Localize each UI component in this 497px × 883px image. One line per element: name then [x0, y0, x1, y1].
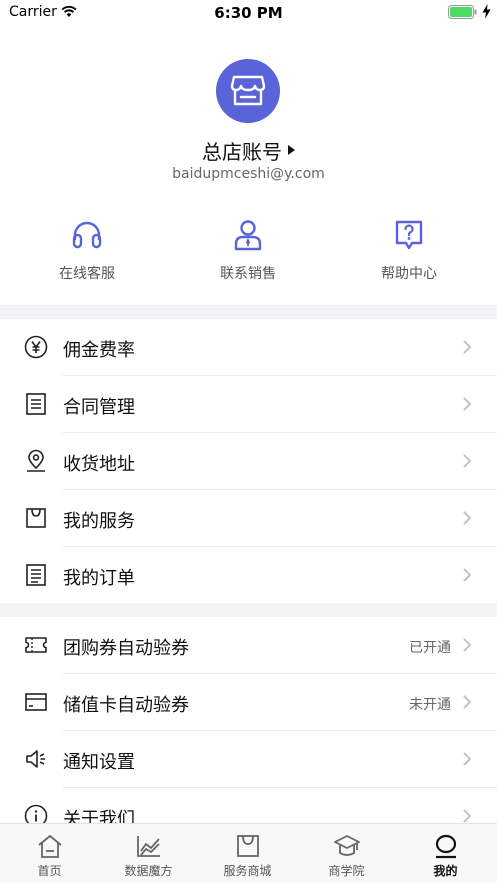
account-email: baidupmceshi@y.com: [172, 166, 325, 182]
menu-item-contract-management[interactable]: 合同管理: [0, 376, 497, 433]
status-text: 未开通: [409, 697, 451, 713]
menu-item-label: 团购券自动验券: [63, 638, 189, 659]
tab-label: 我的: [433, 864, 458, 878]
tab-bar: 首页 数据魔方 服务商城 商学院 我的: [0, 823, 497, 883]
tab-data-cube[interactable]: 数据魔方: [99, 824, 198, 883]
order-list-icon: [26, 564, 46, 586]
quick-link-online-service[interactable]: 在线客服: [17, 218, 157, 283]
avatar[interactable]: [216, 59, 280, 123]
clock: 6:30 PM: [214, 4, 283, 22]
menu-item-notification-settings[interactable]: 通知设置: [0, 731, 497, 788]
data-chart-icon: [136, 836, 160, 857]
chevron-right-icon: [463, 511, 472, 525]
card-icon: [25, 693, 47, 711]
quick-link-label: 帮助中心: [381, 266, 437, 282]
tab-service-mall[interactable]: 服务商城: [198, 824, 297, 883]
quick-link-help-center[interactable]: 帮助中心: [339, 218, 479, 283]
tab-home[interactable]: 首页: [0, 824, 99, 883]
chevron-right-icon: [463, 454, 472, 468]
status-text: 已开通: [409, 640, 451, 656]
menu-item-commission-rate[interactable]: 佣金费率: [0, 319, 497, 376]
location-pin-icon: [27, 449, 45, 472]
chevron-right-icon: [463, 638, 472, 652]
status-bar: Carrier 6:30 PM: [0, 0, 497, 26]
yen-icon: [24, 335, 48, 359]
battery-icon: [448, 5, 477, 19]
menu-item-shipping-address[interactable]: 收货地址: [0, 433, 497, 490]
menu-item-label: 我的订单: [63, 568, 135, 589]
storefront-icon: [230, 75, 266, 106]
salesperson-icon: [234, 220, 262, 251]
menu-item-label: 我的服务: [63, 511, 135, 532]
menu-item-label: 收货地址: [63, 454, 135, 475]
tab-label: 商学院: [328, 864, 365, 878]
menu-item-group-voucher-auto-verify[interactable]: 团购券自动验券 已开通: [0, 617, 497, 674]
menu-item-stored-value-card-auto-verify[interactable]: 储值卡自动验券 未开通: [0, 674, 497, 731]
menu-item-my-orders[interactable]: 我的订单: [0, 547, 497, 604]
caret-right-icon: [288, 145, 295, 155]
shop-bag-icon: [236, 835, 259, 857]
account-name: 总店账号: [202, 139, 282, 164]
bag-icon: [26, 508, 46, 528]
speaker-icon: [26, 750, 45, 768]
section-divider: [0, 305, 497, 319]
ticket-icon: [25, 637, 47, 653]
tab-label: 服务商城: [223, 864, 272, 878]
section-divider: [0, 603, 497, 617]
chevron-right-icon: [463, 809, 472, 823]
tab-label: 数据魔方: [124, 864, 173, 878]
quick-link-label: 在线客服: [59, 266, 115, 282]
menu-item-my-services[interactable]: 我的服务: [0, 490, 497, 547]
chevron-right-icon: [463, 568, 472, 582]
headphones-icon: [72, 221, 102, 249]
menu-item-label: 储值卡自动验券: [63, 695, 189, 716]
help-bubble-icon: [395, 220, 423, 250]
menu-item-label: 佣金费率: [63, 340, 135, 361]
chevron-right-icon: [463, 340, 472, 354]
quick-link-contact-sales[interactable]: 联系销售: [178, 218, 318, 283]
menu-item-label: 合同管理: [63, 397, 135, 418]
profile-icon: [435, 834, 456, 859]
quick-link-label: 联系销售: [220, 266, 276, 282]
contract-icon: [26, 393, 46, 415]
charging-bolt-icon: [482, 4, 491, 19]
menu-item-label: 通知设置: [63, 752, 135, 773]
chevron-right-icon: [463, 752, 472, 766]
account-switcher[interactable]: 总店账号: [0, 136, 497, 164]
chevron-right-icon: [463, 397, 472, 411]
tab-mine[interactable]: 我的: [396, 824, 495, 883]
tab-academy[interactable]: 商学院: [297, 824, 396, 883]
academy-icon: [333, 835, 360, 856]
tab-label: 首页: [37, 864, 62, 878]
home-icon: [37, 835, 62, 858]
chevron-right-icon: [463, 695, 472, 709]
